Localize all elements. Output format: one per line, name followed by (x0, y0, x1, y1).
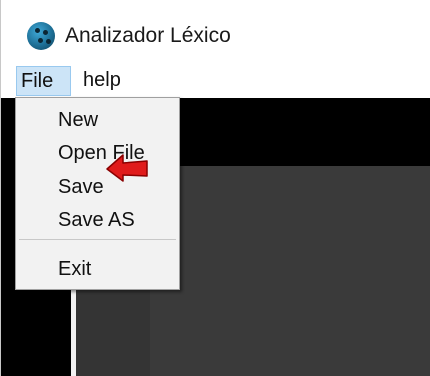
title-bar[interactable]: Analizador Léxico (1, 0, 430, 64)
menu-separator (19, 239, 176, 240)
menu-item-exit[interactable]: Exit (58, 258, 91, 281)
app-globe-icon (27, 22, 55, 50)
menu-bar: File help (1, 64, 430, 98)
app-window: Analizador Léxico File help New Open Fil… (0, 0, 430, 376)
red-arrow-icon (106, 154, 148, 182)
window-title: Analizador Léxico (65, 24, 231, 47)
file-menu-dropdown: New Open File Save Save AS Exit (15, 97, 180, 290)
menu-help[interactable]: help (83, 66, 121, 96)
menu-item-save[interactable]: Save (58, 176, 104, 199)
menu-file[interactable]: File (16, 66, 71, 96)
menu-item-save-as[interactable]: Save AS (58, 209, 135, 232)
editor-area[interactable] (150, 166, 430, 376)
menu-item-new[interactable]: New (58, 109, 98, 132)
